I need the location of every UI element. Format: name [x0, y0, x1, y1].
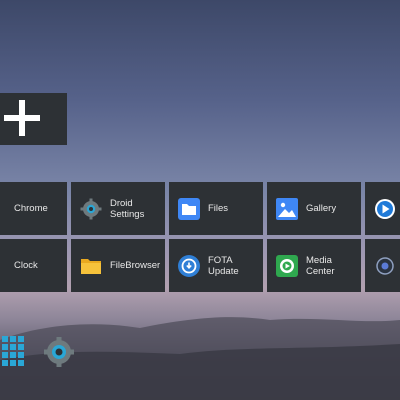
files-icon — [178, 197, 200, 220]
app-tile-filebrowser[interactable]: FileBrowser — [71, 239, 165, 292]
app-tile-files[interactable]: Files — [169, 182, 263, 235]
settings-button[interactable] — [44, 337, 74, 367]
app-tile-fota-update[interactable]: FOTA Update — [169, 239, 263, 292]
media-player-icon — [374, 198, 396, 220]
app-label: Chrome — [14, 203, 48, 214]
app-tile-clock[interactable]: Clock — [0, 239, 67, 292]
media-icon — [374, 255, 396, 277]
droid-settings-icon — [80, 198, 102, 220]
app-tile-gallery[interactable]: Gallery — [267, 182, 361, 235]
settings-icon — [44, 337, 74, 367]
app-label: Clock — [14, 260, 38, 271]
app-tile-chrome[interactable]: Chrome — [0, 182, 67, 235]
app-tile-media-player[interactable] — [365, 182, 400, 235]
gallery-icon — [276, 197, 298, 220]
apps-grid-icon — [2, 336, 24, 366]
filebrowser-icon — [80, 255, 102, 277]
app-label: Droid Settings — [110, 197, 145, 220]
app-label: Files — [208, 203, 229, 214]
plus-icon — [4, 100, 40, 136]
add-shortcut-button[interactable] — [0, 93, 67, 145]
app-label: FileBrowser — [110, 260, 161, 271]
all-apps-button[interactable] — [2, 336, 24, 366]
app-label: Gallery — [306, 203, 337, 214]
app-label: Media Center — [306, 254, 335, 277]
app-tile-media[interactable] — [365, 239, 400, 292]
media-center-icon — [276, 254, 298, 277]
app-label: FOTA Update — [208, 254, 239, 277]
fota-update-icon — [178, 254, 200, 277]
app-tile-droid-settings[interactable]: Droid Settings — [71, 182, 165, 235]
app-tile-media-center[interactable]: Media Center — [267, 239, 361, 292]
